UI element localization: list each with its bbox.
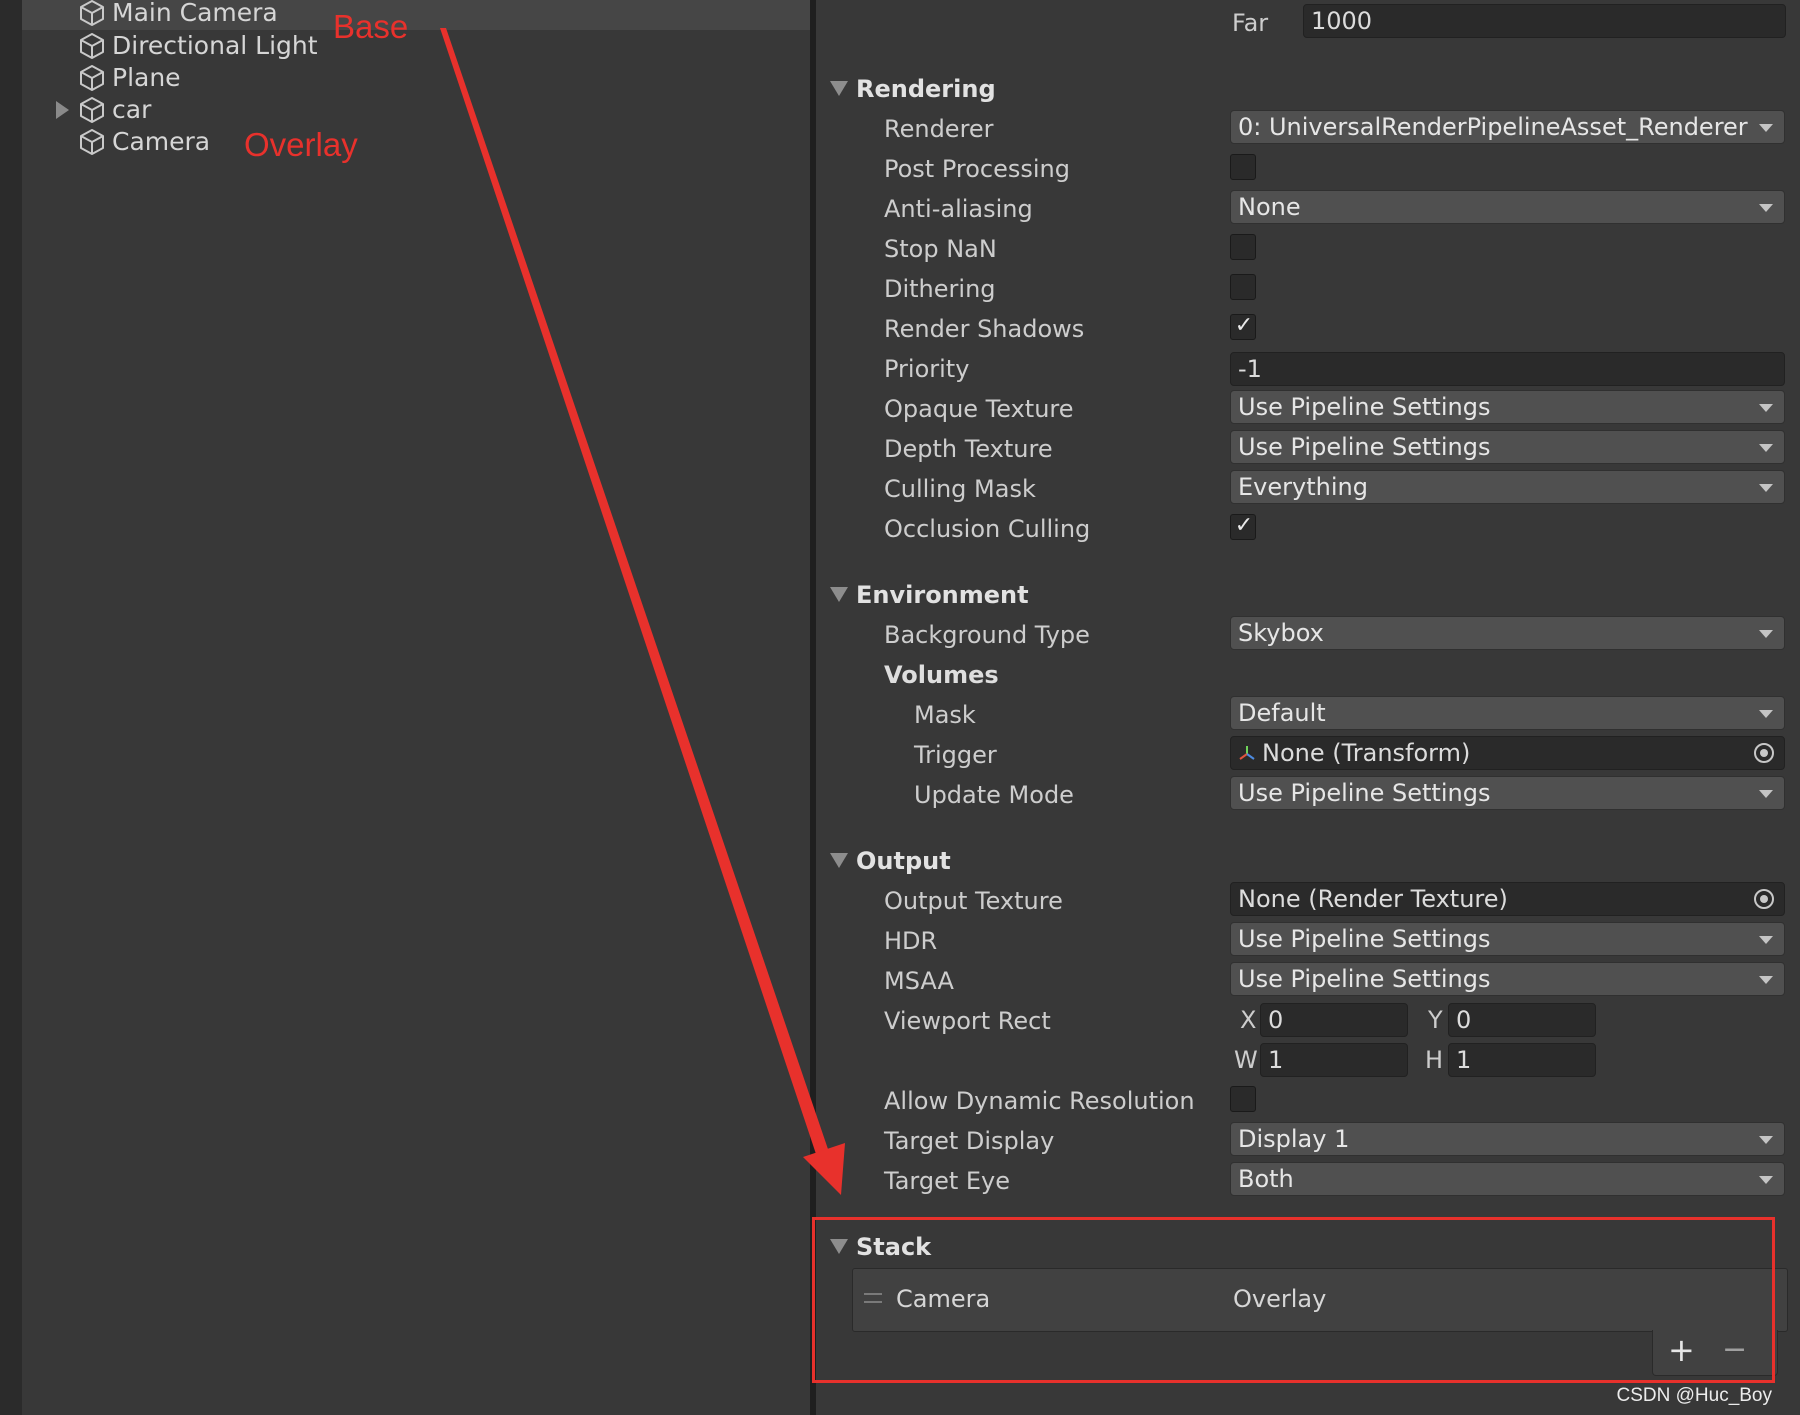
watermark: CSDN @Huc_Boy <box>1616 1385 1773 1406</box>
annotation-arrow-icon <box>440 28 845 1195</box>
